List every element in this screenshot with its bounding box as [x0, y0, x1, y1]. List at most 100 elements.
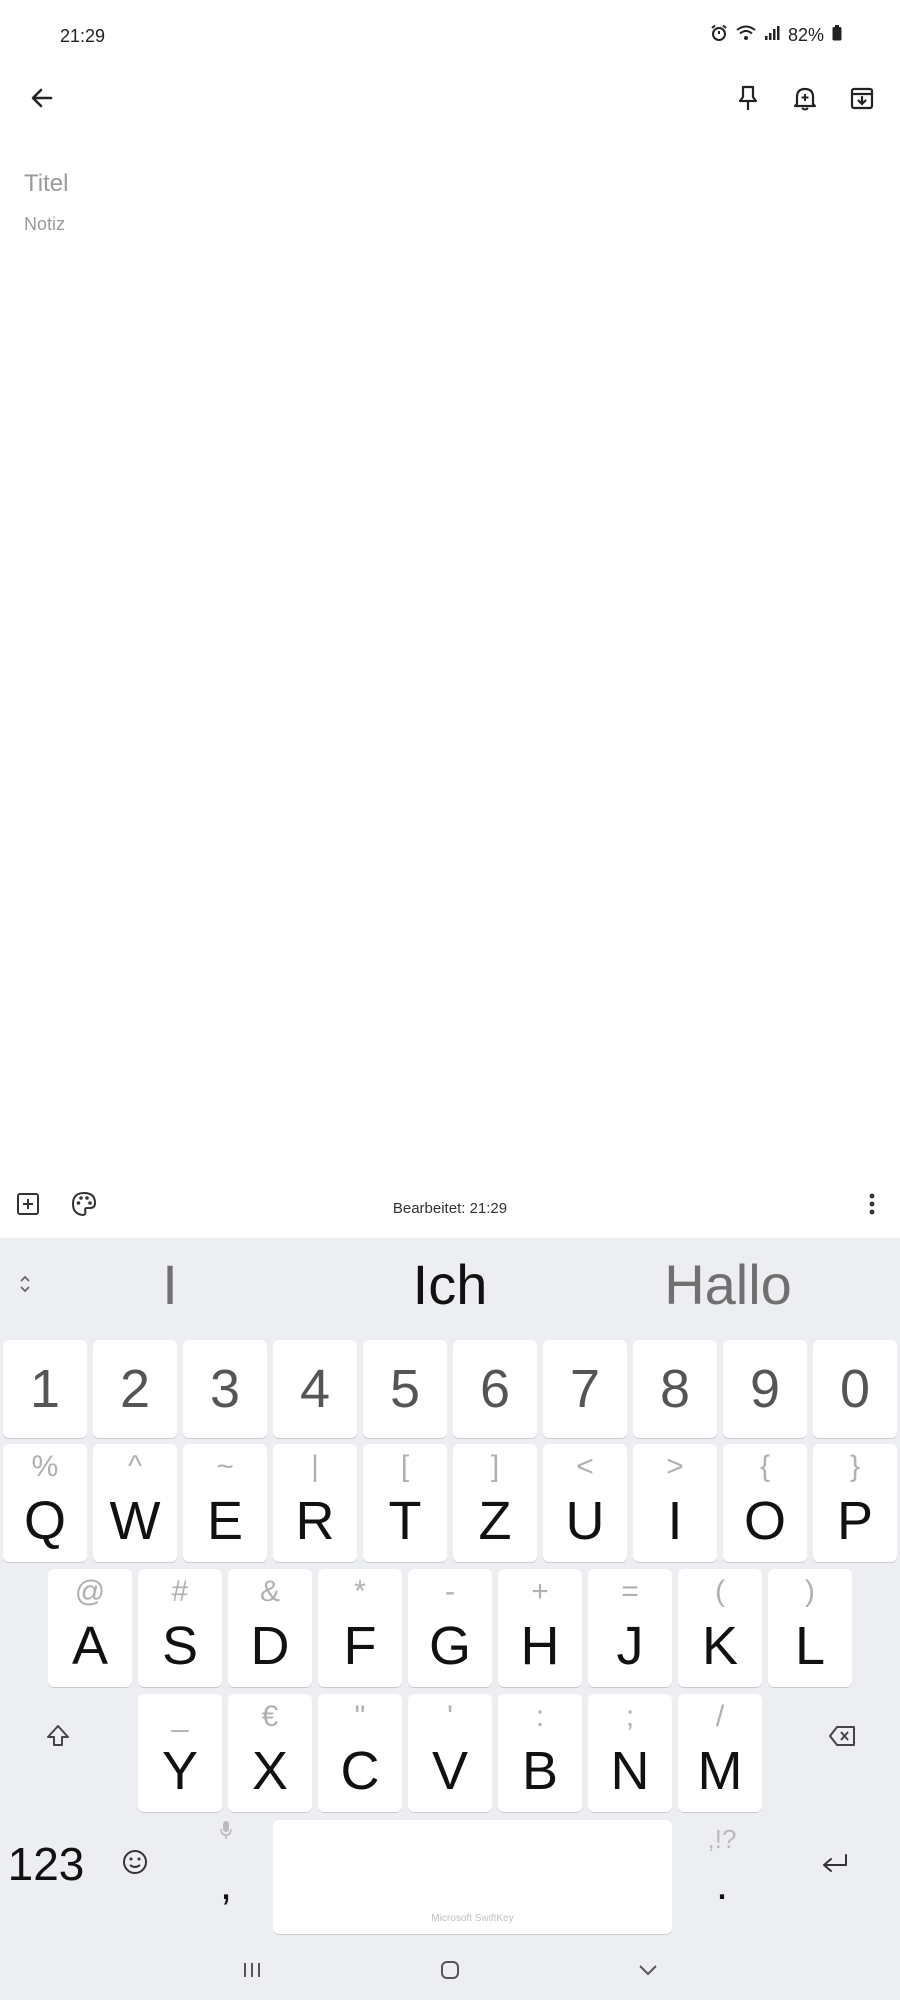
key-f[interactable]: * F [318, 1569, 402, 1687]
key-secondary-label: { [759, 1450, 771, 1483]
enter-key[interactable] [790, 1816, 880, 1916]
key-z[interactable]: ] Z [453, 1444, 537, 1562]
key-label: M [697, 1741, 743, 1801]
key-t[interactable]: [T [363, 1444, 447, 1562]
key-label: U [565, 1491, 605, 1551]
suggestion-2[interactable]: Ich [310, 1252, 590, 1317]
shift-key[interactable] [18, 1688, 98, 1788]
key-x[interactable]: € X [228, 1694, 312, 1812]
key-8[interactable]: 8 [633, 1340, 717, 1438]
emoji-key[interactable] [100, 1816, 170, 1912]
key-label: E [206, 1491, 244, 1551]
reminder-button[interactable] [777, 72, 833, 128]
key-label: N [610, 1741, 650, 1801]
key-4[interactable]: 4 [273, 1340, 357, 1438]
numbers-key[interactable]: 123 [0, 1816, 92, 1912]
key-secondary-label: ~ [216, 1450, 234, 1483]
key-secondary-label: > [666, 1450, 684, 1483]
key-label: F [343, 1616, 377, 1676]
key-label: A [71, 1616, 109, 1676]
key-label: Y [161, 1741, 199, 1801]
key-j[interactable]: = J [588, 1569, 672, 1687]
suggestion-3[interactable]: Hallo [588, 1252, 868, 1317]
key-label: D [250, 1616, 290, 1676]
back-button[interactable] [14, 72, 70, 128]
key-m[interactable]: / M [678, 1694, 762, 1812]
key-v[interactable]: ' V [408, 1694, 492, 1812]
key-label: 8 [659, 1359, 691, 1419]
recents-button[interactable] [222, 1952, 282, 1992]
keyboard: I Ich Hallo 1 2 3 4 5 6 7 8 9 0% Q ^ W ~ E | R[T] Z < U > I{O… [0, 1238, 900, 2000]
key-secondary-label: + [531, 1575, 549, 1608]
key-p[interactable]: } P [813, 1444, 897, 1562]
key-5[interactable]: 5 [363, 1340, 447, 1438]
key-d[interactable]: & D [228, 1569, 312, 1687]
key-label: H [520, 1616, 560, 1676]
note-body-input[interactable] [20, 214, 868, 254]
key-a[interactable]: @ A [48, 1569, 132, 1687]
key-l[interactable]: ) L [768, 1569, 852, 1687]
key-7[interactable]: 7 [543, 1340, 627, 1438]
key-label: 3 [209, 1359, 241, 1419]
period-key[interactable]: ,!? . [684, 1816, 760, 1916]
status-bar: 21:29 82% [0, 0, 900, 76]
key-b[interactable]: :B [498, 1694, 582, 1812]
key-0[interactable]: 0 [813, 1340, 897, 1438]
key-label: T [388, 1491, 422, 1551]
key-secondary-label: # [171, 1575, 189, 1608]
pin-button[interactable] [720, 72, 776, 128]
key-secondary-label: = [621, 1575, 639, 1608]
key-secondary-label: ^ [127, 1450, 143, 1483]
backspace-icon [828, 1725, 856, 1752]
space-brand-label: Microsoft SwiftKey [431, 1913, 514, 1924]
suggestion-1[interactable]: I [30, 1252, 310, 1317]
key-9[interactable]: 9 [723, 1340, 807, 1438]
recents-icon [242, 1961, 262, 1984]
backspace-key[interactable] [802, 1688, 882, 1788]
battery-level: 82% [787, 25, 824, 45]
key-e[interactable]: ~ E [183, 1444, 267, 1562]
key-i[interactable]: > I [633, 1444, 717, 1562]
key-2[interactable]: 2 [93, 1340, 177, 1438]
comma-key[interactable]: , [188, 1816, 264, 1916]
smiley-icon [121, 1848, 149, 1881]
key-r[interactable]: | R [273, 1444, 357, 1562]
key-label: 2 [119, 1359, 151, 1419]
space-key[interactable]: Microsoft SwiftKey [273, 1820, 672, 1934]
key-label: L [794, 1616, 826, 1676]
bell-plus-icon [792, 84, 818, 117]
key-g[interactable]: -G [408, 1569, 492, 1687]
comma-label: , [219, 1860, 233, 1909]
status-icons: 82% [710, 24, 842, 47]
key-c[interactable]: " C [318, 1694, 402, 1812]
key-h[interactable]: + H [498, 1569, 582, 1687]
key-3[interactable]: 3 [183, 1340, 267, 1438]
key-u[interactable]: < U [543, 1444, 627, 1562]
punctuation-hint: ,!? [707, 1824, 737, 1854]
key-q[interactable]: % Q [3, 1444, 87, 1562]
home-button[interactable] [420, 1952, 480, 1992]
archive-button[interactable] [834, 72, 890, 128]
key-label: C [340, 1741, 380, 1801]
key-o[interactable]: {O [723, 1444, 807, 1562]
wifi-icon [736, 25, 756, 46]
key-label: B [521, 1741, 559, 1801]
key-label: K [701, 1616, 739, 1676]
key-1[interactable]: 1 [3, 1340, 87, 1438]
key-n[interactable]: ; N [588, 1694, 672, 1812]
note-title-input[interactable] [20, 160, 868, 208]
chevron-down-icon [637, 1963, 659, 1982]
pin-icon [735, 84, 761, 117]
key-label: G [428, 1616, 471, 1676]
key-6[interactable]: 6 [453, 1340, 537, 1438]
key-w[interactable]: ^ W [93, 1444, 177, 1562]
key-y[interactable]: _ Y [138, 1694, 222, 1812]
key-secondary-label: : [535, 1700, 545, 1733]
signal-icon [764, 25, 780, 46]
microphone-icon [219, 1820, 233, 1845]
key-s[interactable]: # S [138, 1569, 222, 1687]
hide-keyboard-button[interactable] [618, 1952, 678, 1992]
key-secondary-label: | [311, 1450, 319, 1483]
key-label: 1 [29, 1359, 61, 1419]
key-k[interactable]: (K [678, 1569, 762, 1687]
